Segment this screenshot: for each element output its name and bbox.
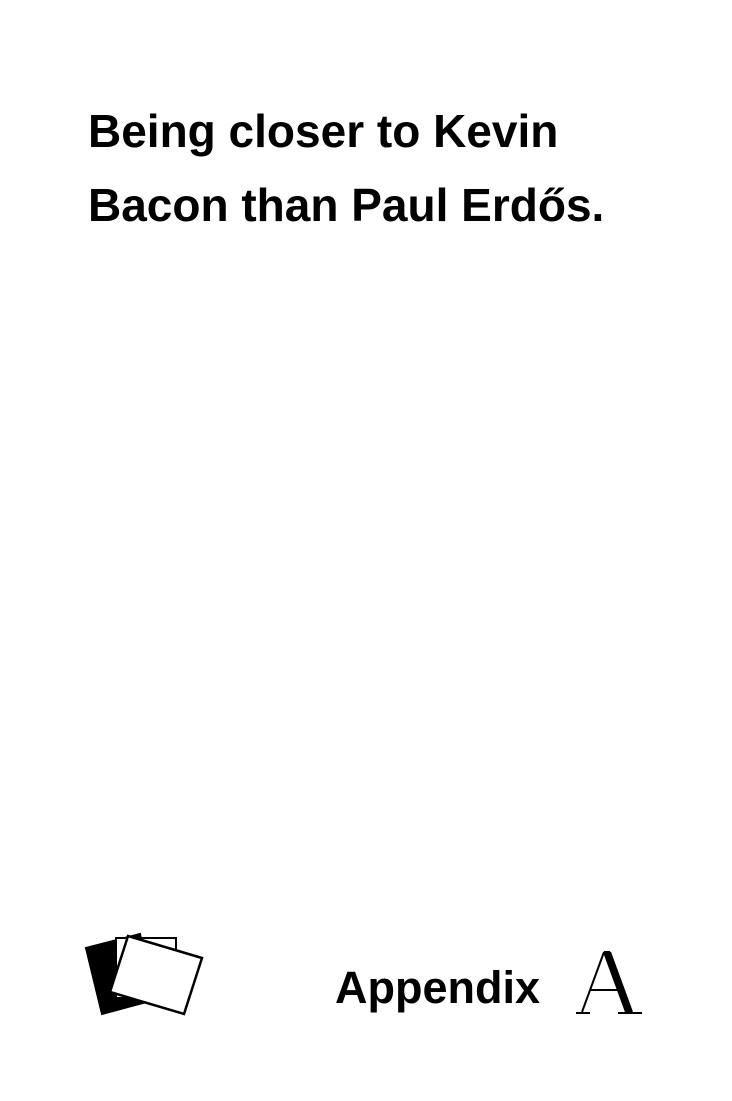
double-struck-a-icon — [576, 951, 642, 1014]
stacked-cards-icon — [84, 932, 204, 1016]
expansion-label: Appendix — [335, 962, 541, 1013]
card-text: Being closer to Kevin Bacon than Paul Er… — [88, 105, 605, 231]
white-card: Being closer to Kevin Bacon than Paul Er… — [0, 0, 732, 1101]
